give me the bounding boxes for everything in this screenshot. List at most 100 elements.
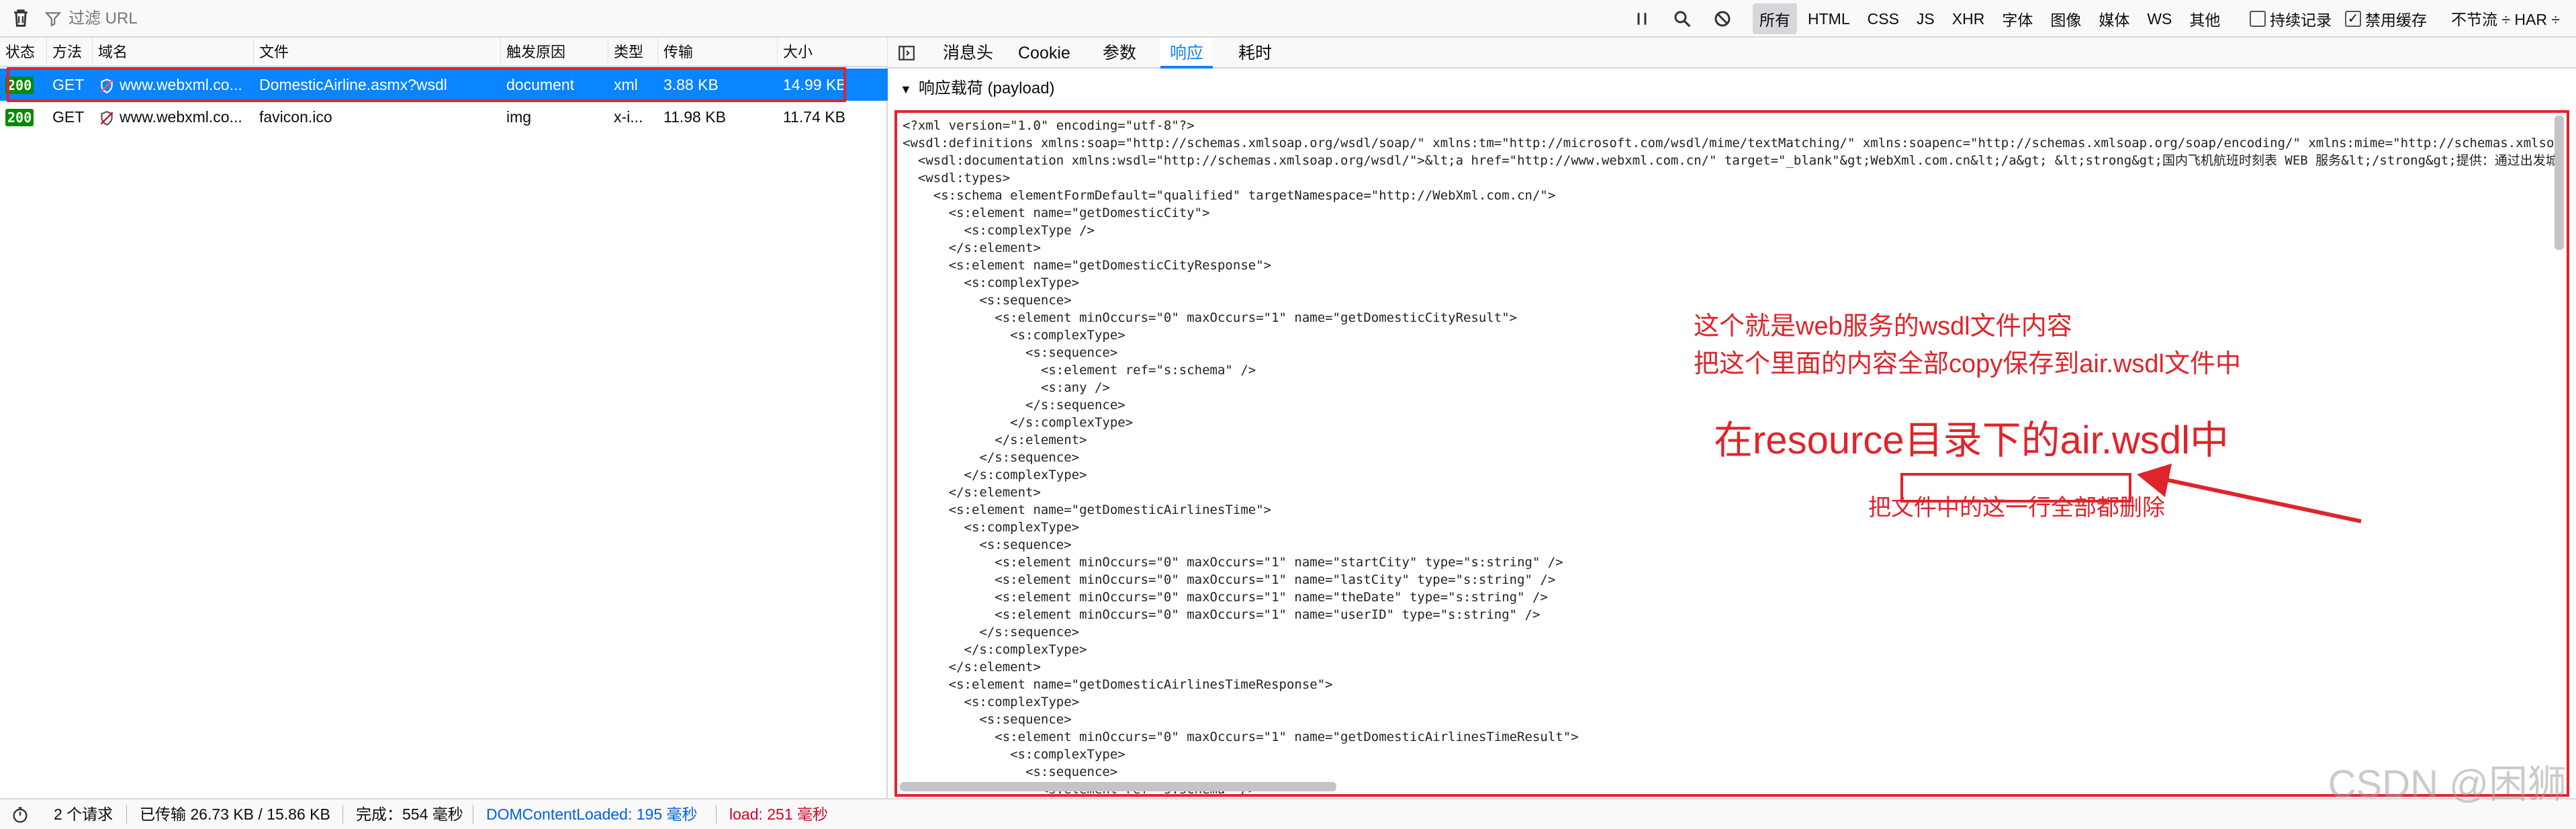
- finish-time: 完成：554 毫秒: [356, 805, 463, 823]
- tab-headers[interactable]: 消息头: [933, 38, 1003, 69]
- code-line: <wsdl:definitions xmlns:soap="http://sch…: [903, 136, 2555, 150]
- type-filter-all[interactable]: 所有: [1753, 3, 1797, 34]
- dom-content-loaded: DOMContentLoaded: 195 毫秒: [486, 805, 698, 823]
- type-filter-ws[interactable]: WS: [2140, 6, 2178, 32]
- tracker-protection-icon: [100, 110, 113, 126]
- col-cause[interactable]: 触发原因: [501, 38, 608, 67]
- search-icon[interactable]: [1672, 9, 1692, 29]
- type-filters: 所有 HTML CSS JS XHR 字体 图像 媒体 WS 其他: [1753, 3, 2227, 34]
- type-filter-other[interactable]: 其他: [2182, 3, 2227, 34]
- triangle-down-icon: ▼: [900, 83, 912, 96]
- block-icon[interactable]: [1712, 9, 1733, 29]
- col-size[interactable]: 大小: [778, 38, 888, 67]
- filter-url-area: [44, 5, 1589, 32]
- toolbar-checkboxes: 持续记录 ✓ 禁用缓存: [2250, 5, 2427, 32]
- transferred-total: 已传输 26.73 KB / 15.86 KB: [140, 805, 330, 823]
- checkbox-checked-icon[interactable]: ✓: [2345, 11, 2361, 27]
- code-line: <s:sequence>: [903, 537, 1072, 552]
- pause-icon[interactable]: [1632, 9, 1652, 29]
- response-code-viewer[interactable]: <?xml version="1.0" encoding="utf-8"?> <w…: [894, 110, 2569, 797]
- status-divider: [342, 805, 343, 824]
- col-type[interactable]: 类型: [608, 38, 658, 67]
- status-bar: 2 个请求 已传输 26.73 KB / 15.86 KB 完成：554 毫秒 …: [0, 798, 2576, 829]
- details-panel: 消息头 Cookie 参数 响应 耗时 ▼ 响应载荷 (payload) <?xm…: [888, 38, 2576, 798]
- code-line: <s:sequence>: [903, 712, 1072, 727]
- code-line: <wsdl:documentation xmlns:wsdl="http://s…: [903, 153, 2555, 168]
- col-method[interactable]: 方法: [47, 38, 93, 67]
- code-line: <s:any />: [903, 380, 1110, 395]
- disable-cache-checkbox[interactable]: ✓ 禁用缓存: [2345, 7, 2427, 30]
- table-header: 状态 方法 域名 文件 触发原因 类型 传输 大小: [0, 38, 888, 67]
- status-badge: 200: [5, 109, 34, 126]
- code-line: <s:element minOccurs="0" maxOccurs="1" n…: [903, 590, 1548, 605]
- transferred-cell: 11.98 KB: [663, 108, 726, 126]
- code-line: <wsdl:types>: [903, 171, 1011, 185]
- code-line: </s:element>: [903, 241, 1041, 255]
- type-filter-xhr[interactable]: XHR: [1945, 6, 1992, 32]
- type-filter-media[interactable]: 媒体: [2092, 3, 2136, 34]
- col-transferred[interactable]: 传输: [658, 38, 778, 67]
- code-line: <s:element minOccurs="0" maxOccurs="1" n…: [903, 730, 1579, 744]
- request-list: 状态 方法 域名 文件 触发原因 类型 传输 大小 200 GET www.we…: [0, 38, 888, 798]
- code-line: <s:element minOccurs="0" maxOccurs="1" n…: [903, 607, 1540, 622]
- table-row[interactable]: 200 GET www.webxml.co... favicon.ico img…: [0, 101, 888, 133]
- type-filter-css[interactable]: CSS: [1861, 6, 1906, 32]
- code-line: <s:complexType>: [903, 695, 1080, 709]
- checkbox-unchecked[interactable]: [2250, 11, 2266, 27]
- tab-cookie[interactable]: Cookie: [1009, 38, 1080, 69]
- code-line: <s:schema elementFormDefault="qualified"…: [903, 188, 1556, 203]
- col-status[interactable]: 状态: [0, 38, 47, 67]
- cause-cell: img: [506, 108, 532, 126]
- tab-params[interactable]: 参数: [1093, 38, 1146, 69]
- toggle-panel-icon[interactable]: [897, 44, 916, 62]
- trash-icon[interactable]: [9, 7, 32, 30]
- tool-icons: [1632, 5, 1733, 32]
- code-line: <s:sequence>: [903, 765, 1118, 779]
- csdn-watermark: CSDN @困狮: [2328, 762, 2567, 806]
- load-time: load: 251 毫秒: [729, 805, 829, 823]
- type-filter-html[interactable]: HTML: [1801, 6, 1857, 32]
- type-filter-image[interactable]: 图像: [2043, 3, 2088, 34]
- payload-section-header[interactable]: ▼ 响应载荷 (payload): [900, 75, 1055, 103]
- network-toolbar: 所有 HTML CSS JS XHR 字体 图像 媒体 WS 其他 持续记录 ✓…: [0, 0, 2576, 38]
- code-line: <s:complexType>: [903, 747, 1125, 762]
- type-cell: x-i...: [614, 108, 643, 126]
- annotation-wsdl-content: 这个就是web服务的wsdl文件内容: [1694, 312, 2072, 341]
- type-filter-font[interactable]: 字体: [1995, 3, 2039, 34]
- method-cell: GET: [52, 108, 85, 126]
- file-cell: favicon.ico: [259, 108, 332, 126]
- tab-timings[interactable]: 耗时: [1229, 38, 1281, 69]
- code-line: <s:element name="getDomesticCityResponse…: [903, 258, 1272, 273]
- tab-response[interactable]: 响应: [1160, 38, 1213, 69]
- code-line: <s:element minOccurs="0" maxOccurs="1" n…: [903, 555, 1563, 570]
- annotation-copy-save: 把这个里面的内容全部copy保存到air.wsdl文件中: [1694, 350, 2241, 378]
- domain-cell: www.webxml.co...: [93, 101, 254, 133]
- annotation-resource-dir: 在resource目录下的air.wsdl中: [1714, 419, 2229, 462]
- stopwatch-icon: [13, 807, 28, 823]
- code-line: </s:sequence>: [903, 625, 1080, 640]
- size-cell: 11.74 KB: [783, 108, 845, 126]
- annotation-delete-line: 把文件中的这一行全部都删除: [1868, 495, 2165, 521]
- code-line: </s:complexType>: [903, 642, 1087, 657]
- code-line: </s:element>: [903, 660, 1041, 674]
- horizontal-scrollbar[interactable]: [900, 782, 1336, 791]
- code-line: <s:element minOccurs="0" maxOccurs="1" n…: [903, 572, 1556, 587]
- details-tabs: 消息头 Cookie 参数 响应 耗时: [888, 38, 2576, 69]
- code-line: <s:complexType>: [903, 275, 1080, 290]
- col-domain[interactable]: 域名: [93, 38, 254, 67]
- filter-icon: [44, 12, 62, 27]
- status-divider: [716, 805, 717, 824]
- highlight-box-request: [7, 67, 846, 102]
- request-count: 2 个请求: [54, 805, 113, 823]
- code-line: <s:element name="getDomesticAirlinesTime…: [903, 677, 1333, 692]
- persist-logs-checkbox[interactable]: 持续记录: [2250, 7, 2332, 30]
- code-line: <?xml version="1.0" encoding="utf-8"?>: [903, 118, 1195, 133]
- filter-url-input[interactable]: [68, 9, 1076, 28]
- status-divider: [126, 805, 127, 824]
- throttle-select[interactable]: 不节流 ÷ HAR ÷: [2451, 7, 2560, 30]
- vertical-scrollbar[interactable]: [2555, 116, 2564, 250]
- code-line: <s:complexType />: [903, 223, 1095, 238]
- type-filter-js[interactable]: JS: [1910, 6, 1941, 32]
- code-line: <s:element name="getDomesticCity">: [903, 206, 1210, 220]
- col-file[interactable]: 文件: [254, 38, 501, 67]
